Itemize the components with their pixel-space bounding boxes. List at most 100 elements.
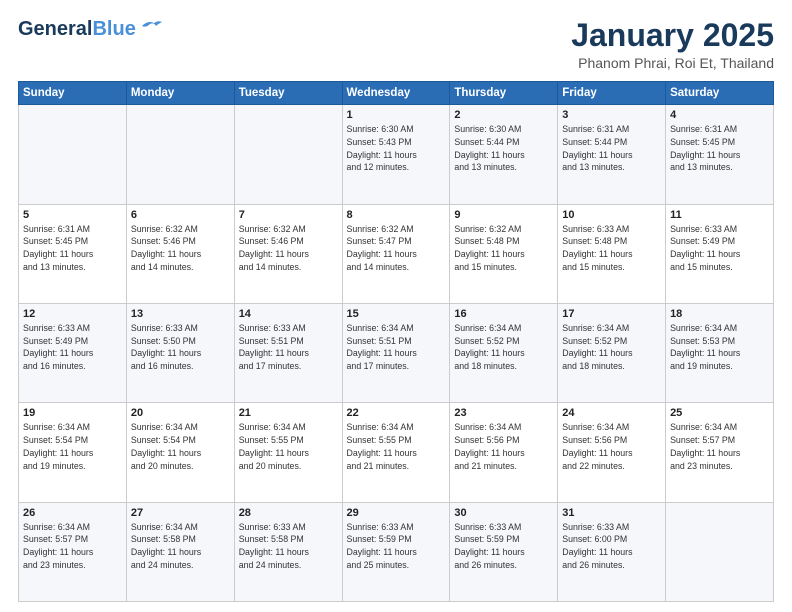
day-number: 28 xyxy=(239,507,338,519)
day-number: 2 xyxy=(454,109,553,121)
day-number: 25 xyxy=(670,407,769,419)
header: GeneralBlue January 2025 Phanom Phrai, R… xyxy=(18,18,774,71)
day-number: 5 xyxy=(23,209,122,221)
calendar-cell: 18Sunrise: 6:34 AM Sunset: 5:53 PM Dayli… xyxy=(666,303,774,402)
location: Phanom Phrai, Roi Et, Thailand xyxy=(571,55,774,71)
day-info: Sunrise: 6:34 AM Sunset: 5:54 PM Dayligh… xyxy=(131,421,230,472)
calendar-cell: 24Sunrise: 6:34 AM Sunset: 5:56 PM Dayli… xyxy=(558,403,666,502)
day-number: 9 xyxy=(454,209,553,221)
calendar-cell: 5 Sunrise: 6:31 AM Sunset: 5:45 PM Daylig… xyxy=(19,204,127,303)
calendar-cell: 29 Sunrise: 6:33 AM Sunset: 5:59 PM Dayli… xyxy=(342,502,450,601)
day-number: 3 xyxy=(562,109,661,121)
calendar-cell xyxy=(666,502,774,601)
day-number: 1 xyxy=(347,109,446,121)
day-of-week-header: Saturday xyxy=(666,82,774,105)
day-number: 27 xyxy=(131,507,230,519)
calendar-cell: 11Sunrise: 6:33 AM Sunset: 5:49 PM Dayli… xyxy=(666,204,774,303)
day-number: 6 xyxy=(131,209,230,221)
day-info: Sunrise: 6:33 AM Sunset: 6:00 PM Dayligh… xyxy=(562,521,661,572)
calendar-cell: 6 Sunrise: 6:32 AM Sunset: 5:46 PM Daylig… xyxy=(126,204,234,303)
day-info: Sunrise: 6:34 AM Sunset: 5:52 PM Dayligh… xyxy=(454,322,553,373)
day-of-week-header: Thursday xyxy=(450,82,558,105)
day-number: 10 xyxy=(562,209,661,221)
day-info: Sunrise: 6:30 AM Sunset: 5:43 PM Dayligh… xyxy=(347,123,446,174)
day-of-week-header: Wednesday xyxy=(342,82,450,105)
day-info: Sunrise: 6:32 AM Sunset: 5:48 PM Dayligh… xyxy=(454,223,553,274)
calendar-cell: 21Sunrise: 6:34 AM Sunset: 5:55 PM Dayli… xyxy=(234,403,342,502)
day-info: Sunrise: 6:33 AM Sunset: 5:51 PM Dayligh… xyxy=(239,322,338,373)
calendar-cell: 30 Sunrise: 6:33 AM Sunset: 5:59 PM Dayli… xyxy=(450,502,558,601)
day-info: Sunrise: 6:33 AM Sunset: 5:49 PM Dayligh… xyxy=(670,223,769,274)
day-info: Sunrise: 6:33 AM Sunset: 5:59 PM Dayligh… xyxy=(347,521,446,572)
title-block: January 2025 Phanom Phrai, Roi Et, Thail… xyxy=(571,18,774,71)
day-number: 24 xyxy=(562,407,661,419)
calendar-cell: 17 Sunrise: 6:34 AM Sunset: 5:52 PM Dayli… xyxy=(558,303,666,402)
calendar-cell xyxy=(126,105,234,204)
day-info: Sunrise: 6:34 AM Sunset: 5:54 PM Dayligh… xyxy=(23,421,122,472)
day-number: 18 xyxy=(670,308,769,320)
day-number: 14 xyxy=(239,308,338,320)
calendar-cell: 10 Sunrise: 6:33 AM Sunset: 5:48 PM Dayli… xyxy=(558,204,666,303)
calendar-cell: 23 Sunrise: 6:34 AM Sunset: 5:56 PM Dayli… xyxy=(450,403,558,502)
calendar-cell: 28Sunrise: 6:33 AM Sunset: 5:58 PM Dayli… xyxy=(234,502,342,601)
day-number: 8 xyxy=(347,209,446,221)
calendar-cell: 4Sunrise: 6:31 AM Sunset: 5:45 PM Daylig… xyxy=(666,105,774,204)
calendar-week-row: 1 Sunrise: 6:30 AM Sunset: 5:43 PM Daylig… xyxy=(19,105,774,204)
calendar-cell: 15Sunrise: 6:34 AM Sunset: 5:51 PM Dayli… xyxy=(342,303,450,402)
day-number: 31 xyxy=(562,507,661,519)
day-info: Sunrise: 6:31 AM Sunset: 5:44 PM Dayligh… xyxy=(562,123,661,174)
day-info: Sunrise: 6:31 AM Sunset: 5:45 PM Dayligh… xyxy=(670,123,769,174)
calendar-week-row: 26Sunrise: 6:34 AM Sunset: 5:57 PM Dayli… xyxy=(19,502,774,601)
calendar-week-row: 19 Sunrise: 6:34 AM Sunset: 5:54 PM Dayli… xyxy=(19,403,774,502)
day-info: Sunrise: 6:33 AM Sunset: 5:59 PM Dayligh… xyxy=(454,521,553,572)
day-number: 23 xyxy=(454,407,553,419)
calendar-cell: 2 Sunrise: 6:30 AM Sunset: 5:44 PM Daylig… xyxy=(450,105,558,204)
day-number: 7 xyxy=(239,209,338,221)
calendar-cell: 25Sunrise: 6:34 AM Sunset: 5:57 PM Dayli… xyxy=(666,403,774,502)
calendar-table: SundayMondayTuesdayWednesdayThursdayFrid… xyxy=(18,81,774,602)
day-of-week-header: Friday xyxy=(558,82,666,105)
calendar-header-row: SundayMondayTuesdayWednesdayThursdayFrid… xyxy=(19,82,774,105)
logo-text: GeneralBlue xyxy=(18,19,136,39)
day-info: Sunrise: 6:33 AM Sunset: 5:49 PM Dayligh… xyxy=(23,322,122,373)
day-number: 16 xyxy=(454,308,553,320)
calendar-cell: 27Sunrise: 6:34 AM Sunset: 5:58 PM Dayli… xyxy=(126,502,234,601)
day-info: Sunrise: 6:31 AM Sunset: 5:45 PM Dayligh… xyxy=(23,223,122,274)
day-info: Sunrise: 6:33 AM Sunset: 5:48 PM Dayligh… xyxy=(562,223,661,274)
day-info: Sunrise: 6:34 AM Sunset: 5:55 PM Dayligh… xyxy=(347,421,446,472)
calendar-cell: 12 Sunrise: 6:33 AM Sunset: 5:49 PM Dayli… xyxy=(19,303,127,402)
day-number: 29 xyxy=(347,507,446,519)
calendar-cell: 19 Sunrise: 6:34 AM Sunset: 5:54 PM Dayli… xyxy=(19,403,127,502)
day-number: 17 xyxy=(562,308,661,320)
day-info: Sunrise: 6:34 AM Sunset: 5:52 PM Dayligh… xyxy=(562,322,661,373)
day-info: Sunrise: 6:30 AM Sunset: 5:44 PM Dayligh… xyxy=(454,123,553,174)
day-number: 13 xyxy=(131,308,230,320)
day-number: 30 xyxy=(454,507,553,519)
calendar-cell: 26Sunrise: 6:34 AM Sunset: 5:57 PM Dayli… xyxy=(19,502,127,601)
page: GeneralBlue January 2025 Phanom Phrai, R… xyxy=(0,0,792,612)
calendar-week-row: 5 Sunrise: 6:31 AM Sunset: 5:45 PM Daylig… xyxy=(19,204,774,303)
day-info: Sunrise: 6:34 AM Sunset: 5:56 PM Dayligh… xyxy=(454,421,553,472)
day-number: 15 xyxy=(347,308,446,320)
day-of-week-header: Tuesday xyxy=(234,82,342,105)
day-number: 19 xyxy=(23,407,122,419)
calendar-cell: 31 Sunrise: 6:33 AM Sunset: 6:00 PM Dayli… xyxy=(558,502,666,601)
calendar-cell: 3 Sunrise: 6:31 AM Sunset: 5:44 PM Daylig… xyxy=(558,105,666,204)
day-info: Sunrise: 6:33 AM Sunset: 5:50 PM Dayligh… xyxy=(131,322,230,373)
calendar-cell: 8 Sunrise: 6:32 AM Sunset: 5:47 PM Daylig… xyxy=(342,204,450,303)
day-info: Sunrise: 6:34 AM Sunset: 5:55 PM Dayligh… xyxy=(239,421,338,472)
calendar-cell xyxy=(234,105,342,204)
day-info: Sunrise: 6:32 AM Sunset: 5:47 PM Dayligh… xyxy=(347,223,446,274)
calendar-cell: 20 Sunrise: 6:34 AM Sunset: 5:54 PM Dayli… xyxy=(126,403,234,502)
day-number: 26 xyxy=(23,507,122,519)
calendar-cell: 7Sunrise: 6:32 AM Sunset: 5:46 PM Daylig… xyxy=(234,204,342,303)
calendar-cell: 13 Sunrise: 6:33 AM Sunset: 5:50 PM Dayli… xyxy=(126,303,234,402)
day-number: 12 xyxy=(23,308,122,320)
day-info: Sunrise: 6:32 AM Sunset: 5:46 PM Dayligh… xyxy=(131,223,230,274)
logo-bird-icon xyxy=(140,18,162,39)
day-number: 20 xyxy=(131,407,230,419)
calendar-cell: 9 Sunrise: 6:32 AM Sunset: 5:48 PM Daylig… xyxy=(450,204,558,303)
day-number: 22 xyxy=(347,407,446,419)
month-title: January 2025 xyxy=(571,18,774,53)
calendar-cell: 22 Sunrise: 6:34 AM Sunset: 5:55 PM Dayli… xyxy=(342,403,450,502)
